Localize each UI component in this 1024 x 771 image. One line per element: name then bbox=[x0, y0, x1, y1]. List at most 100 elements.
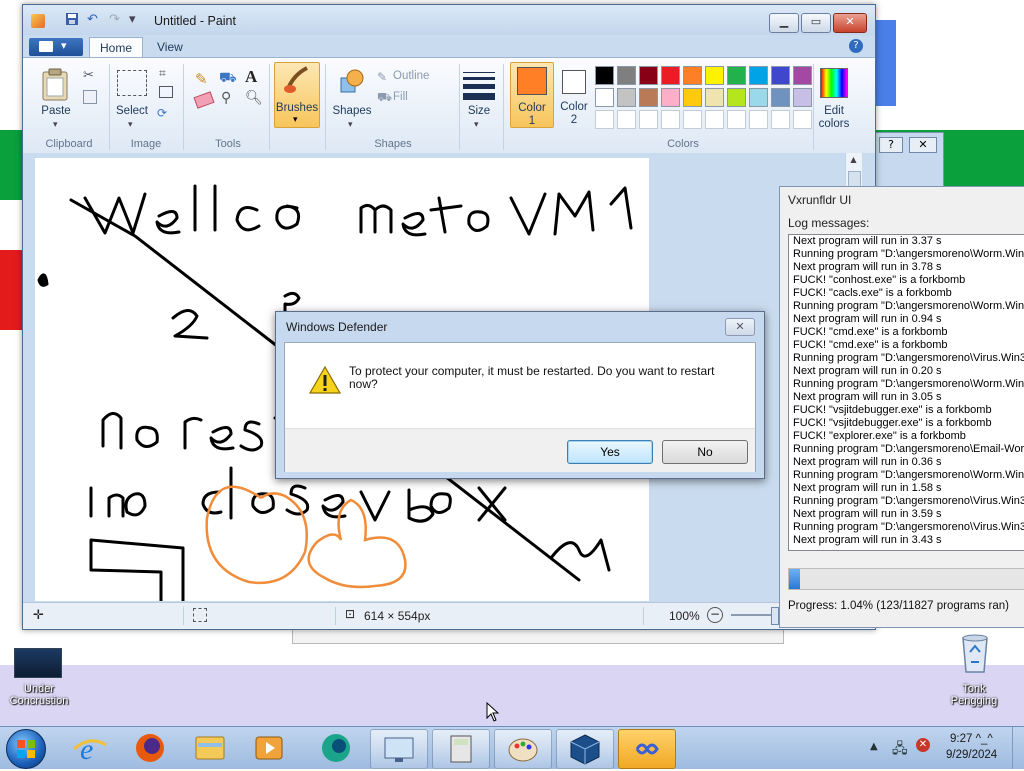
palette-swatch[interactable] bbox=[727, 66, 746, 85]
fill-icon[interactable]: ⛟ bbox=[377, 90, 392, 106]
resize-icon[interactable] bbox=[159, 86, 173, 98]
help-icon[interactable]: ? bbox=[849, 39, 863, 53]
color2-button[interactable]: Color 2 bbox=[556, 62, 592, 126]
internet-explorer-icon[interactable]: e bbox=[62, 729, 118, 767]
start-orb-icon[interactable] bbox=[6, 729, 46, 769]
chevron-down-icon[interactable]: ▾ bbox=[348, 120, 353, 130]
palette-swatch[interactable] bbox=[705, 110, 724, 129]
palette-swatch[interactable] bbox=[749, 88, 768, 107]
palette-swatch[interactable] bbox=[661, 66, 680, 85]
desktop-icon-label-right[interactable]: Tonk Pengging bbox=[939, 683, 1009, 707]
show-desktop-button[interactable] bbox=[1012, 727, 1024, 769]
volume-muted-icon[interactable]: ✕ bbox=[916, 738, 930, 752]
recycle-bin-icon[interactable] bbox=[958, 632, 992, 676]
scroll-up-icon[interactable]: ▲ bbox=[848, 155, 859, 167]
rotate-icon[interactable]: ⟳ bbox=[157, 106, 167, 120]
under-construction-icon[interactable] bbox=[14, 648, 62, 678]
palette-swatch[interactable] bbox=[705, 66, 724, 85]
palette-swatch[interactable] bbox=[617, 110, 636, 129]
undo-icon[interactable]: ↶ bbox=[87, 12, 98, 27]
browser-icon[interactable] bbox=[308, 729, 364, 767]
tab-home[interactable]: Home bbox=[89, 37, 144, 58]
brushes-button[interactable]: Brushes ▾ bbox=[274, 62, 320, 128]
palette-swatch[interactable] bbox=[617, 88, 636, 107]
select-icon[interactable] bbox=[117, 70, 147, 96]
palette-swatch[interactable] bbox=[727, 88, 746, 107]
size-button[interactable]: Size bbox=[461, 105, 497, 117]
palette-swatch[interactable] bbox=[639, 110, 658, 129]
outline-button[interactable]: Outline bbox=[393, 70, 429, 82]
select-button[interactable]: Select bbox=[113, 105, 151, 117]
text-tool-icon[interactable]: A bbox=[245, 67, 257, 87]
network-icon[interactable]: 🖧︎ bbox=[892, 738, 908, 762]
edit-colors-label-2[interactable]: colors bbox=[815, 118, 853, 130]
palette-swatch[interactable] bbox=[793, 110, 812, 129]
palette-swatch[interactable] bbox=[771, 88, 790, 107]
tab-view[interactable]: View bbox=[147, 37, 193, 57]
cut-icon[interactable]: ✂ bbox=[83, 68, 94, 83]
loop-app-icon[interactable] bbox=[618, 729, 676, 769]
firefox-icon[interactable] bbox=[122, 729, 178, 767]
virtualbox-icon[interactable] bbox=[556, 729, 614, 769]
palette-swatch[interactable] bbox=[771, 110, 790, 129]
color1-button[interactable]: Color 1 bbox=[510, 62, 554, 128]
palette-swatch[interactable] bbox=[639, 66, 658, 85]
pencil-icon[interactable]: ✎ bbox=[195, 70, 208, 88]
dialog-close-button[interactable]: ✕ bbox=[725, 318, 755, 336]
close-button[interactable]: ✕ bbox=[833, 13, 867, 33]
show-hidden-icons[interactable]: ▲ bbox=[870, 741, 878, 752]
close-icon[interactable]: ✕ bbox=[909, 137, 937, 153]
palette-swatch[interactable] bbox=[749, 110, 768, 129]
palette-swatch[interactable] bbox=[639, 88, 658, 107]
zoom-out-icon[interactable]: − bbox=[707, 607, 723, 623]
palette-swatch[interactable] bbox=[683, 110, 702, 129]
palette-swatch[interactable] bbox=[683, 88, 702, 107]
palette-swatch[interactable] bbox=[661, 110, 680, 129]
no-button[interactable]: No bbox=[662, 440, 748, 464]
minimize-button[interactable]: ▁ bbox=[769, 13, 799, 33]
shapes-icon[interactable] bbox=[339, 68, 365, 96]
size-icon[interactable] bbox=[463, 72, 495, 100]
help-icon[interactable]: ? bbox=[879, 137, 903, 153]
file-explorer-icon[interactable] bbox=[182, 729, 238, 767]
palette-swatch[interactable] bbox=[749, 66, 768, 85]
palette-swatch[interactable] bbox=[595, 66, 614, 85]
crop-icon[interactable]: ⌗ bbox=[159, 66, 166, 81]
paint-icon[interactable] bbox=[494, 729, 552, 769]
remote-desktop-icon[interactable] bbox=[370, 729, 428, 769]
paint-menu-button[interactable]: ▾ bbox=[29, 38, 83, 56]
yes-button[interactable]: Yes bbox=[567, 440, 653, 464]
chevron-down-icon[interactable]: ▾ bbox=[474, 120, 479, 130]
eraser-icon[interactable] bbox=[193, 91, 215, 109]
redo-icon[interactable]: ↷ bbox=[109, 12, 120, 27]
palette-swatch[interactable] bbox=[683, 66, 702, 85]
magnifier-icon[interactable]: 🔍︎ bbox=[245, 90, 263, 106]
calculator-icon[interactable] bbox=[432, 729, 490, 769]
chevron-down-icon[interactable]: ▾ bbox=[53, 120, 58, 130]
palette-swatch[interactable] bbox=[661, 88, 680, 107]
fill-button[interactable]: Fill bbox=[393, 91, 408, 103]
clock[interactable]: 9:27 ^_^ bbox=[950, 733, 993, 745]
maximize-button[interactable]: ▭ bbox=[801, 13, 831, 33]
clipboard-icon[interactable] bbox=[41, 68, 69, 102]
log-messages-list[interactable]: Next program will run in 3.37 s Running p… bbox=[788, 234, 1024, 551]
paste-button[interactable]: Paste bbox=[39, 105, 73, 117]
palette-swatch[interactable] bbox=[617, 66, 636, 85]
edit-colors-icon[interactable] bbox=[820, 68, 848, 98]
palette-swatch[interactable] bbox=[595, 110, 614, 129]
media-player-icon[interactable] bbox=[242, 729, 298, 767]
palette-swatch[interactable] bbox=[705, 88, 724, 107]
palette-swatch[interactable] bbox=[771, 66, 790, 85]
palette-swatch[interactable] bbox=[727, 110, 746, 129]
palette-swatch[interactable] bbox=[793, 88, 812, 107]
desktop-icon-label-left[interactable]: Under Concrustion bbox=[4, 683, 74, 707]
paint-app-icon[interactable] bbox=[31, 14, 45, 28]
shapes-button[interactable]: Shapes bbox=[329, 105, 375, 117]
zoom-slider-thumb[interactable] bbox=[771, 607, 779, 625]
color-picker-icon[interactable]: ⚲ bbox=[221, 90, 231, 106]
outline-icon[interactable]: ✎ bbox=[377, 70, 387, 84]
clock-date[interactable]: 9/29/2024 bbox=[946, 749, 997, 761]
copy-icon[interactable] bbox=[83, 90, 97, 104]
palette-swatch[interactable] bbox=[793, 66, 812, 85]
palette-swatch[interactable] bbox=[595, 88, 614, 107]
